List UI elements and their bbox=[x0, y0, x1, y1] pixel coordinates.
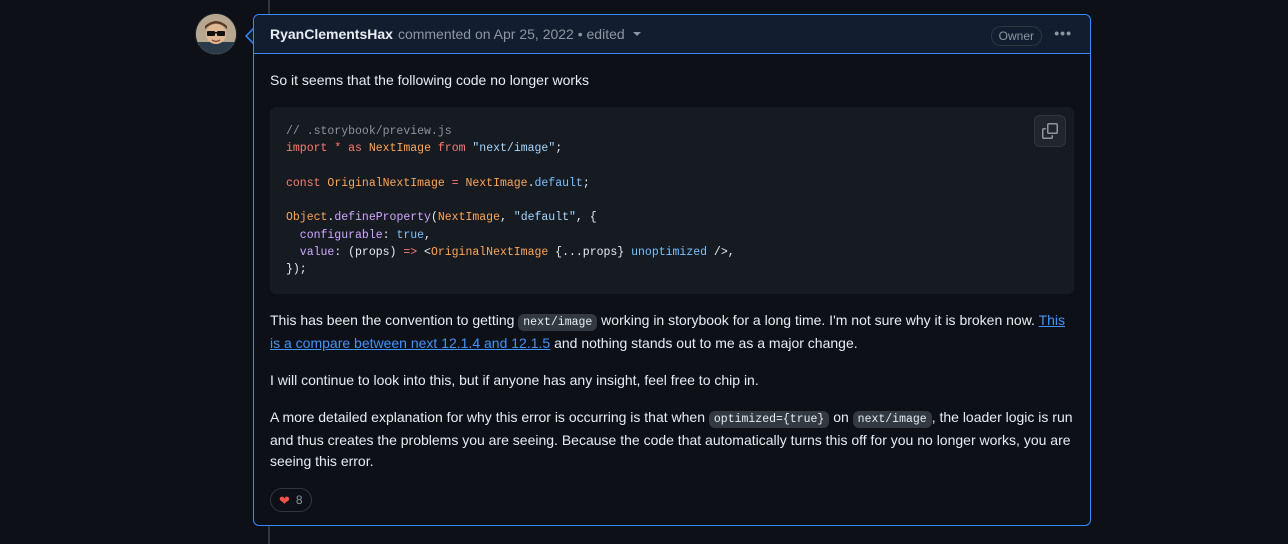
comment-box: RyanClementsHax commented on Apr 25, 202… bbox=[253, 14, 1091, 526]
code-token: : bbox=[382, 228, 397, 242]
code-token: // .storybook/preview.js bbox=[286, 125, 452, 138]
code-content: // .storybook/preview.js import * as Next… bbox=[286, 123, 1058, 279]
code-token: }); bbox=[286, 263, 307, 277]
code-line: value: (props) => <OriginalNextImage {..… bbox=[286, 244, 1058, 261]
code-token: OriginalNextImage bbox=[327, 176, 445, 190]
code-line: configurable: true, bbox=[286, 227, 1058, 244]
code-token: "next/image" bbox=[472, 142, 556, 156]
paragraph-continue: I will continue to look into this, but i… bbox=[270, 372, 759, 388]
code-token: ; bbox=[582, 176, 590, 190]
code-block: // .storybook/preview.js import * as Next… bbox=[270, 107, 1074, 294]
code-line: const OriginalNextImage = NextImage.defa… bbox=[286, 175, 1058, 192]
heart-icon: ❤ bbox=[279, 492, 290, 508]
avatar-image bbox=[196, 14, 236, 54]
copy-icon bbox=[1042, 123, 1058, 139]
code-token: NextImage bbox=[465, 176, 528, 190]
code-token: default bbox=[534, 176, 583, 190]
author-link[interactable]: RyanClementsHax bbox=[270, 26, 393, 42]
para3-text-a: A more detailed explanation for why this… bbox=[270, 409, 709, 425]
comment-meta[interactable]: commented on Apr 25, 2022 • edited bbox=[398, 26, 625, 42]
avatar[interactable] bbox=[196, 14, 236, 54]
code-token: configurable bbox=[286, 228, 383, 242]
code-token: unoptimized bbox=[631, 246, 708, 260]
code-token: : (props) bbox=[334, 246, 404, 260]
para1-text-b: working in storybook for a long time. I'… bbox=[597, 312, 1039, 328]
code-token: . bbox=[527, 176, 535, 190]
paragraph-explanation: A more detailed explanation for why this… bbox=[270, 407, 1074, 472]
para1-text-c: and nothing stands out to me as a major … bbox=[550, 335, 858, 351]
comment-body: So it seems that the following code no l… bbox=[254, 54, 1090, 512]
code-token: {...props} bbox=[548, 246, 632, 260]
code-token: Object bbox=[286, 211, 328, 225]
code-token: value bbox=[286, 246, 335, 260]
chevron-down-icon[interactable] bbox=[632, 32, 641, 36]
code-token: />, bbox=[707, 246, 735, 260]
code-token: ( bbox=[430, 211, 438, 225]
inline-code-next-image-2: next/image bbox=[852, 411, 932, 428]
code-line: // .storybook/preview.js bbox=[286, 123, 1058, 140]
para3-text-b: on bbox=[829, 409, 853, 425]
code-token: NextImage bbox=[368, 142, 431, 156]
code-token: , bbox=[499, 211, 514, 225]
heart-reaction-button[interactable]: ❤ 8 bbox=[270, 488, 312, 512]
paragraph-convention: This has been the convention to getting … bbox=[270, 310, 1074, 354]
copy-button[interactable] bbox=[1034, 115, 1066, 147]
code-token: < bbox=[417, 246, 431, 260]
code-line: import * as NextImage from "next/image"; bbox=[286, 140, 1058, 157]
code-token: "default" bbox=[513, 211, 576, 225]
code-token: const bbox=[286, 176, 321, 190]
code-token: defineProperty bbox=[334, 211, 431, 225]
inline-code-next-image: next/image bbox=[518, 314, 598, 331]
code-line: Object.defineProperty(NextImage, "defaul… bbox=[286, 209, 1058, 226]
code-token: true bbox=[396, 228, 425, 242]
reaction-count: 8 bbox=[295, 492, 303, 507]
code-token: import bbox=[286, 142, 328, 156]
code-token: OriginalNextImage bbox=[430, 246, 549, 260]
code-token: = bbox=[451, 176, 459, 190]
code-token: => bbox=[403, 246, 418, 260]
comment-header: RyanClementsHax commented on Apr 25, 202… bbox=[254, 15, 1090, 54]
code-token: , { bbox=[575, 211, 597, 225]
code-token: , bbox=[424, 228, 431, 242]
code-token: ; bbox=[555, 142, 563, 156]
code-token: as bbox=[348, 142, 362, 156]
owner-badge: Owner bbox=[990, 26, 1042, 46]
para1-text-a: This has been the convention to getting bbox=[270, 312, 519, 328]
intro-text: So it seems that the following code no l… bbox=[270, 72, 590, 88]
code-token: from bbox=[437, 142, 466, 156]
code-line: }); bbox=[286, 261, 1058, 278]
kebab-horizontal-icon[interactable]: ••• bbox=[1054, 25, 1072, 41]
code-token: NextImage bbox=[437, 211, 500, 225]
inline-code-optimized: optimized={true} bbox=[708, 411, 830, 428]
